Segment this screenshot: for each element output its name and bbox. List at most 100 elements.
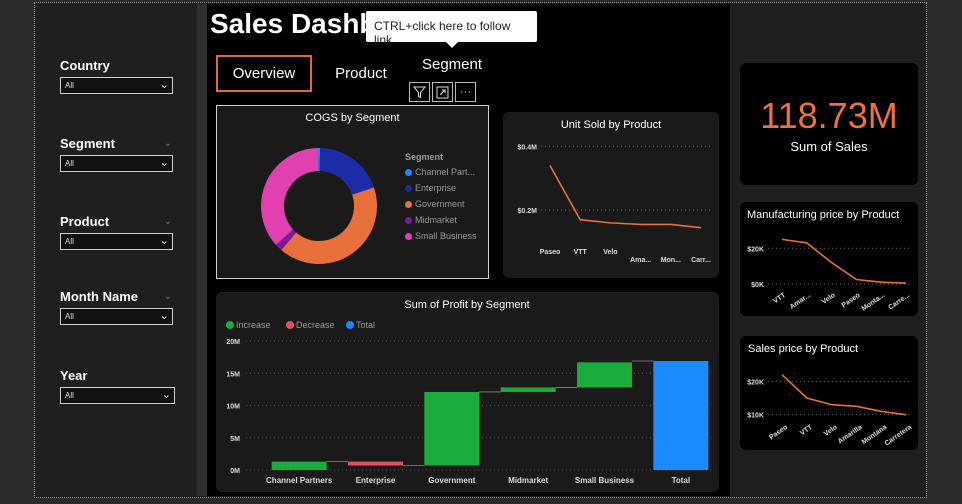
- slicer-month-name: Month Name ⌄ All ⌄: [60, 289, 180, 325]
- x-tick-label: Small Business: [575, 476, 635, 485]
- x-tick-label: Carre...: [887, 292, 911, 312]
- series-line: [781, 238, 907, 284]
- slicer-title: Segment: [60, 136, 115, 151]
- legend-item[interactable]: Small Business: [405, 231, 477, 241]
- x-tick-label: Amarilla: [837, 424, 864, 446]
- legend-item[interactable]: Midmarket: [405, 215, 477, 225]
- y-tick-label: 5M: [230, 436, 240, 443]
- x-tick-label: Enterprise: [356, 476, 396, 485]
- panel-divider: [197, 4, 207, 496]
- chevron-down-icon[interactable]: ⌄: [164, 216, 172, 227]
- focus-mode-button[interactable]: [432, 82, 453, 102]
- x-tick-label: Ama...: [630, 257, 651, 264]
- y-tick-label: 15M: [226, 371, 240, 378]
- kpi-value: 118.73M: [760, 95, 898, 136]
- donut-slice: [281, 187, 377, 264]
- x-tick-label: Velo: [821, 292, 837, 306]
- x-tick-label: Midmarket: [508, 476, 548, 485]
- y-tick-label: $10K: [747, 413, 764, 420]
- chart-title: Sales price by Product: [748, 343, 858, 355]
- y-tick-label: $20K: [747, 246, 764, 253]
- tab-product[interactable]: Product: [326, 55, 396, 92]
- waterfall-bar: [424, 391, 480, 466]
- legend-item[interactable]: Enterprise: [405, 183, 477, 193]
- legend-swatch: [346, 321, 354, 329]
- slicer-year: Year All ⌄: [60, 368, 180, 404]
- x-tick-label: Channel Partners: [266, 476, 333, 485]
- legend-item[interactable]: Government: [405, 199, 477, 209]
- y-tick-label: 0M: [230, 468, 240, 475]
- link-tooltip: CTRL+click here to follow link: [366, 11, 537, 48]
- sales-price-chart: Sales price by Product $20K $10K Paseo VTT Ve…: [747, 343, 914, 448]
- x-tick-label: Mon...: [661, 257, 681, 264]
- chevron-down-icon: ⌄: [161, 389, 171, 401]
- sales-price-visual[interactable]: Sales price by Product $20K $10K Paseo VTT Ve…: [740, 336, 918, 450]
- kpi-card[interactable]: 118.73M Sum of Sales: [740, 63, 918, 185]
- filter-button[interactable]: [409, 82, 430, 102]
- cogs-by-segment-visual[interactable]: COGS by Segment Segment Channel Part... E…: [216, 105, 489, 279]
- x-tick-label: VTT: [574, 249, 588, 256]
- x-tick-label: Carr...: [691, 257, 711, 264]
- legend-item[interactable]: Channel Part...: [405, 167, 477, 177]
- legend-title: Segment: [405, 152, 444, 162]
- visual-header-toolbar: ···: [409, 82, 476, 102]
- chevron-down-icon[interactable]: ⌄: [164, 291, 172, 302]
- legend-label: Small Business: [415, 231, 477, 241]
- waterfall-bar: [653, 360, 709, 470]
- chevron-down-icon: ⌄: [159, 79, 169, 91]
- x-tick-label: Paseo: [841, 292, 862, 310]
- filter-icon: [413, 86, 426, 98]
- y-tick-label: 10M: [226, 404, 240, 411]
- month-name-dropdown[interactable]: All ⌄: [60, 308, 173, 325]
- legend-label: Midmarket: [415, 215, 458, 225]
- legend-swatch: [405, 168, 412, 176]
- slicer-title: Year: [60, 368, 88, 383]
- donut-slice: [261, 148, 319, 245]
- y-tick-label: $0.2M: [518, 208, 538, 215]
- slicer-title: Country: [60, 58, 110, 73]
- year-dropdown[interactable]: All ⌄: [60, 387, 175, 404]
- y-tick-label: $0K: [751, 282, 764, 289]
- segment-dropdown[interactable]: All ⌄: [60, 155, 173, 172]
- product-dropdown[interactable]: All ⌄: [60, 233, 173, 250]
- series-line: [549, 165, 702, 229]
- y-tick-label: $20K: [747, 379, 764, 386]
- donut-chart: [261, 148, 377, 264]
- slicer-product: Product ⌄ All ⌄: [60, 214, 180, 250]
- x-tick-label: VTT: [772, 291, 787, 305]
- chevron-down-icon[interactable]: ⌄: [164, 138, 172, 149]
- manufacturing-price-visual[interactable]: Manufacturing price by Product $20K $0K VTT…: [740, 202, 918, 316]
- y-tick-label: 20M: [226, 339, 240, 346]
- dropdown-value: All: [65, 237, 74, 246]
- tab-segment[interactable]: Segment: [414, 52, 490, 77]
- donut-slice: [319, 148, 374, 195]
- dropdown-value: All: [65, 81, 74, 90]
- waterfall-bar: [500, 387, 556, 392]
- waterfall-chart: Sum of Profit by Segment Increase Decrease…: [226, 299, 714, 485]
- chart-title: Unit Sold by Product: [561, 119, 661, 131]
- country-dropdown[interactable]: All ⌄: [60, 77, 173, 94]
- legend-label: Channel Part...: [415, 167, 476, 177]
- tab-overview[interactable]: Overview: [216, 55, 312, 92]
- profit-by-segment-visual[interactable]: Sum of Profit by Segment Increase Decrease…: [216, 292, 719, 492]
- x-tick-label: Carretera: [884, 424, 914, 448]
- chart-title: COGS by Segment: [305, 112, 400, 124]
- slicer-title: Month Name: [60, 289, 138, 304]
- unit-sold-chart: Unit Sold by Product $0.4M $0.2M Paseo VTT Ve…: [518, 119, 713, 264]
- legend-label: Increase: [236, 320, 271, 330]
- legend-label: Decrease: [296, 320, 335, 330]
- waterfall-bar: [577, 362, 632, 388]
- legend-swatch: [405, 184, 412, 192]
- donut-legend: Segment Channel Part... Enterprise Governm…: [405, 152, 477, 247]
- chevron-down-icon: ⌄: [159, 157, 169, 169]
- x-tick-label: Monta...: [861, 292, 887, 313]
- x-tick-label: Paseo: [768, 424, 789, 442]
- page-title: Sales Dashb: [210, 8, 377, 39]
- waterfall-bar: [271, 461, 327, 470]
- legend-swatch: [405, 216, 412, 224]
- more-options-button[interactable]: ···: [455, 82, 476, 102]
- manufacturing-price-chart: Manufacturing price by Product $20K $0K VTT…: [747, 209, 912, 313]
- slicer-title: Product: [60, 214, 110, 229]
- x-tick-label: Government: [428, 476, 475, 485]
- unit-sold-by-product-visual[interactable]: Unit Sold by Product $0.4M $0.2M Paseo VTT Ve…: [503, 112, 719, 278]
